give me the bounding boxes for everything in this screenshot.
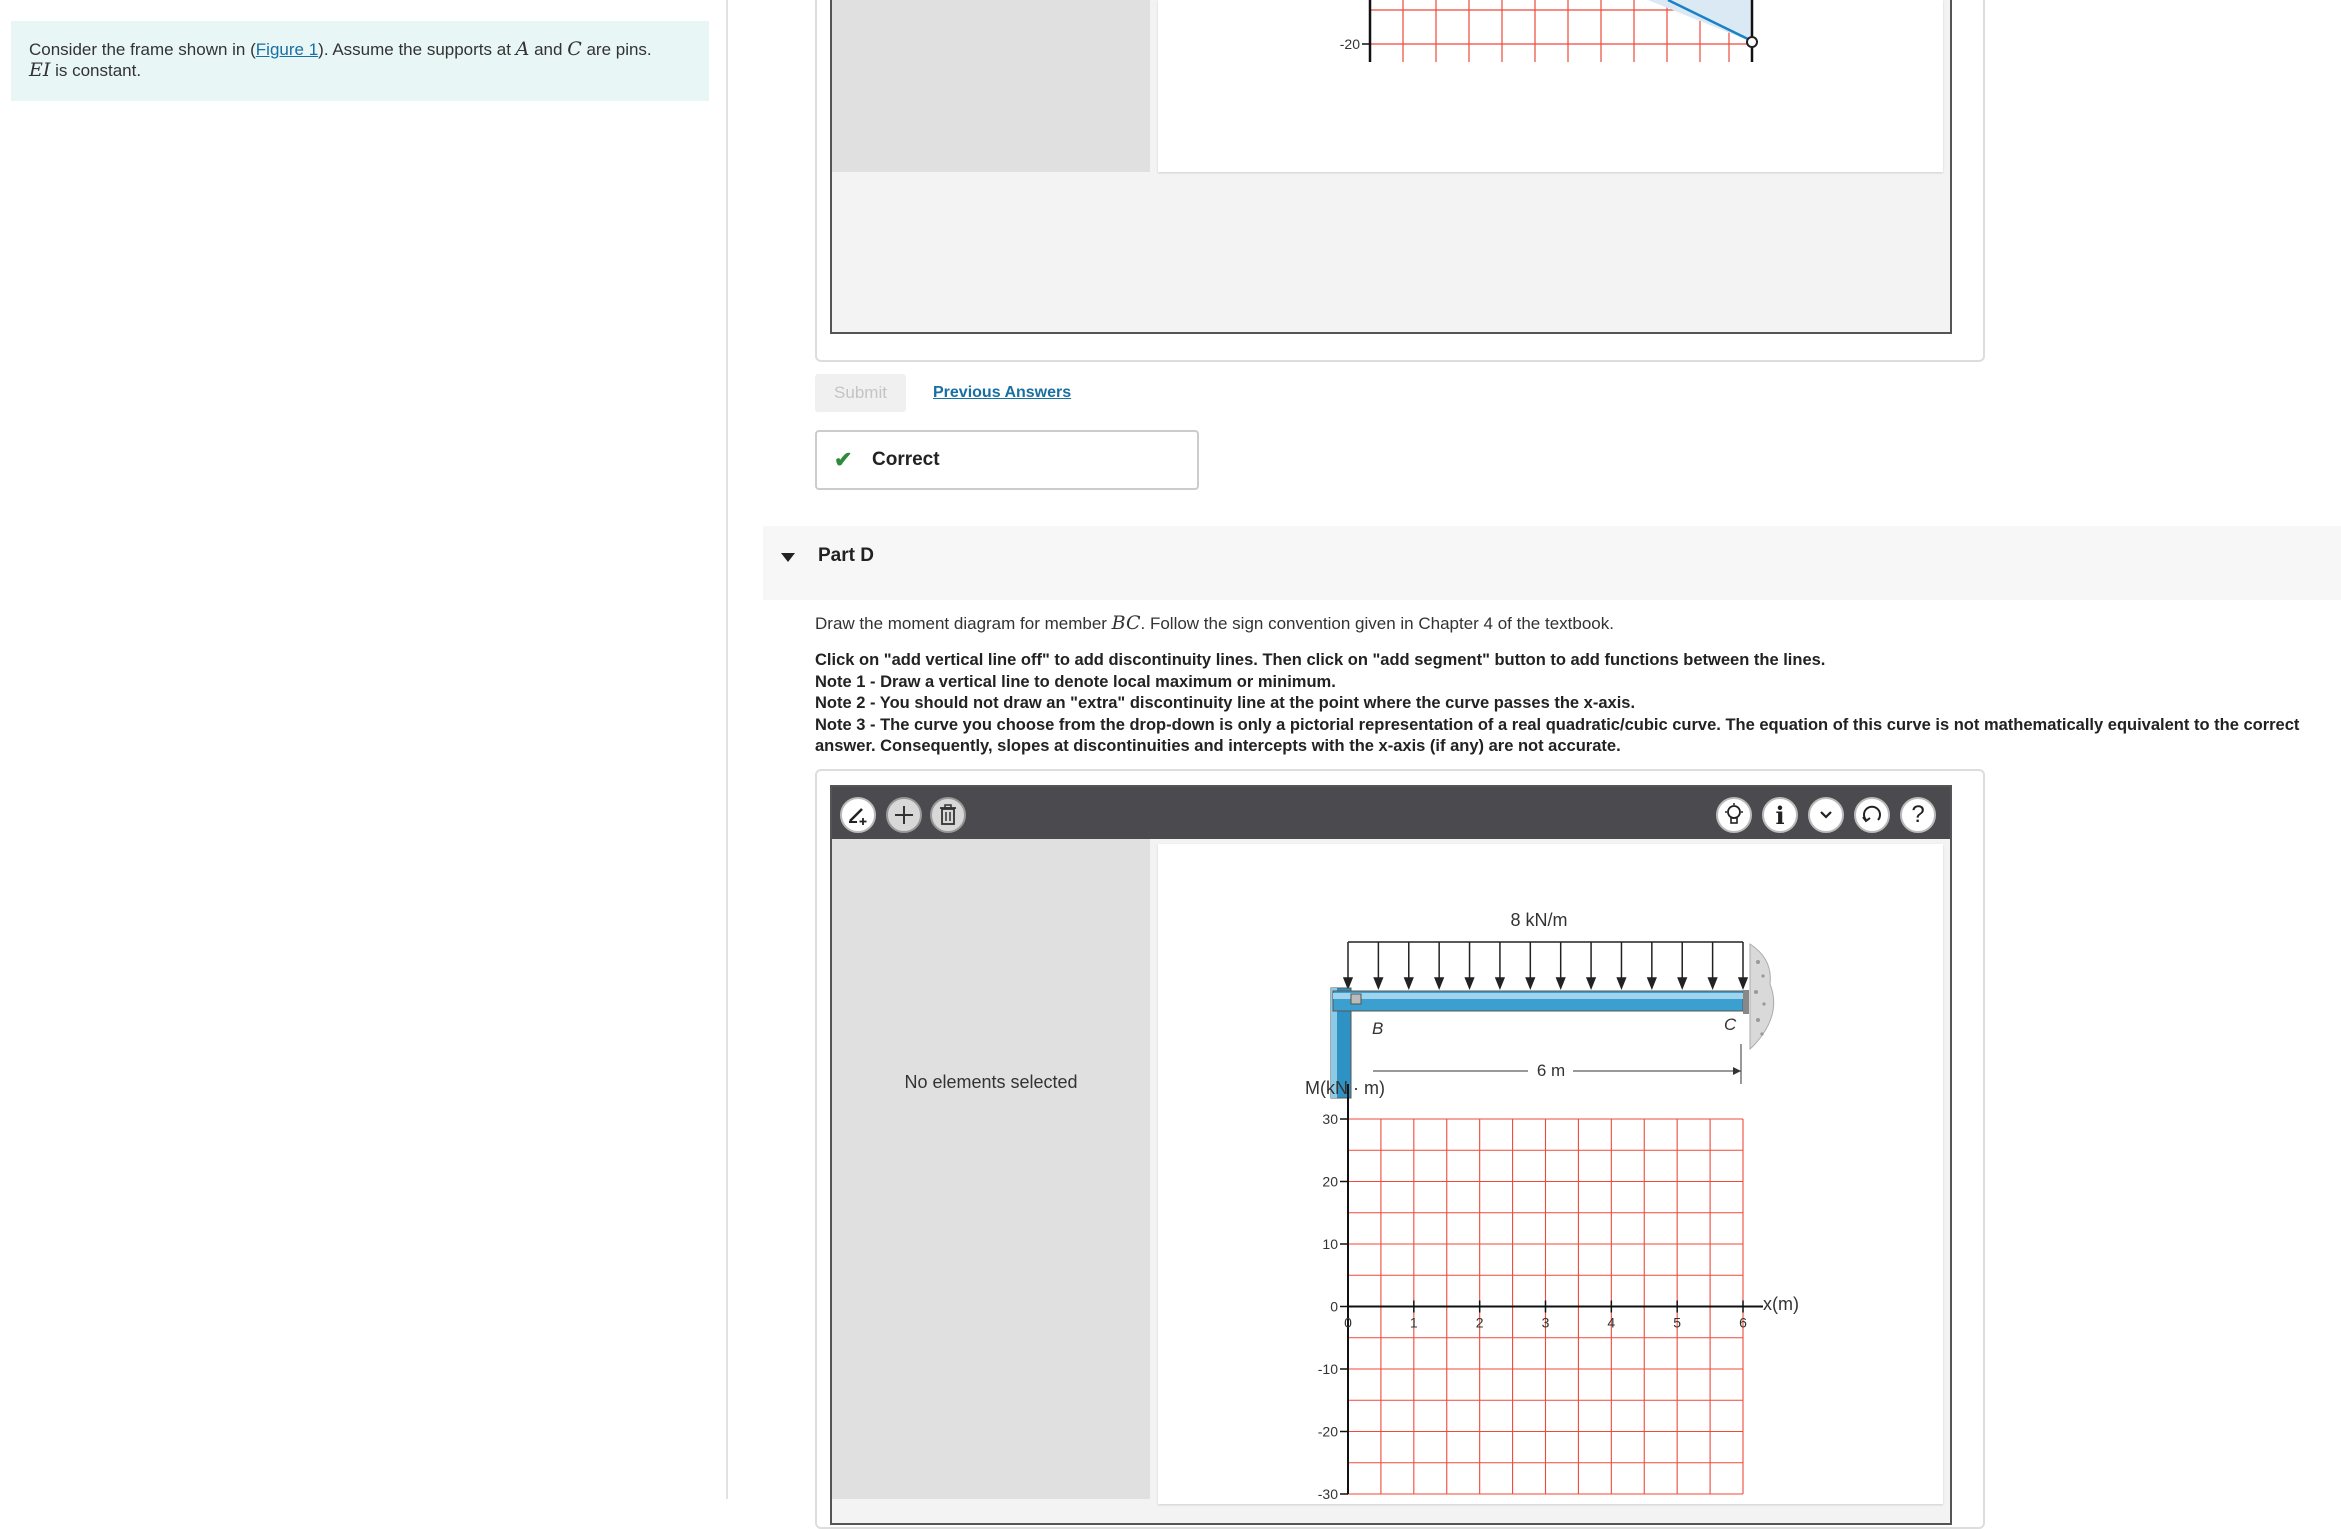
hint-button[interactable]	[1716, 797, 1752, 833]
dimension-arrow	[1733, 1067, 1741, 1075]
figure-1-link[interactable]: Figure 1	[256, 40, 318, 59]
x-tick-label: 2	[1476, 1315, 1484, 1331]
problem-text: are pins.	[581, 40, 652, 59]
part-d-instruction: Draw the moment diagram for member BC. F…	[815, 612, 1614, 634]
x-tick-label: 1	[1410, 1315, 1418, 1331]
instruction-text: Draw the moment diagram for member	[815, 614, 1112, 633]
part-d-header[interactable]	[763, 526, 2341, 600]
beam-figure: 8 kN/m B C 6 m	[1330, 910, 1775, 1099]
previous-moment-graph: -20	[1340, 0, 1758, 62]
previous-graph-canvas[interactable]: -20	[1158, 0, 1943, 172]
joint-b-plate	[1350, 993, 1362, 1005]
part-d-notes: Click on "add vertical line off" to add …	[815, 650, 2315, 758]
point-b-label: B	[1372, 1019, 1383, 1038]
support-c-var: C	[567, 38, 582, 60]
previous-tick-label: -20	[1340, 36, 1360, 52]
y-tick-label: 20	[1322, 1174, 1338, 1190]
distributed-load-arrows	[1342, 942, 1749, 991]
moment-axes: 30 20 10 0 -10 -20 -30 0 1 2 3 4 5 6	[1318, 1084, 1763, 1502]
y-tick-label: 10	[1322, 1236, 1338, 1252]
point-c-label: C	[1724, 1015, 1737, 1034]
submit-button[interactable]: Submit	[815, 374, 906, 412]
delete-button[interactable]	[930, 797, 966, 833]
problem-text: is constant.	[50, 61, 142, 80]
add-segment-button[interactable]	[886, 797, 922, 833]
pin-c	[1743, 990, 1749, 1014]
y-tick-label: -10	[1318, 1361, 1338, 1377]
side-panel	[832, 839, 1150, 1499]
member-bc-var: BC	[1111, 612, 1141, 634]
y-tick-label: 30	[1322, 1111, 1338, 1127]
previous-answers-link[interactable]: Previous Answers	[933, 384, 1071, 402]
help-button[interactable]: ?	[1900, 797, 1936, 833]
problem-text: ). Assume the supports at	[318, 40, 516, 59]
y-axis-label: M(kN · m)	[1305, 1078, 1385, 1098]
y-tick-label: -20	[1318, 1424, 1338, 1440]
x-tick-label: 0	[1344, 1315, 1352, 1331]
pane-divider[interactable]	[726, 0, 728, 1499]
no-elements-label: No elements selected	[904, 1072, 1078, 1092]
add-vertical-line-icon	[849, 808, 867, 825]
load-label: 8 kN/m	[1510, 910, 1567, 930]
feedback-label: Correct	[872, 449, 940, 470]
instruction-text: . Follow the sign convention given in Ch…	[1140, 614, 1614, 633]
support-a-var: A	[515, 38, 530, 60]
hint-bulb-icon	[1725, 803, 1743, 824]
correct-feedback: ✔ Correct	[815, 430, 1199, 490]
collapse-triangle-icon[interactable]	[781, 553, 795, 562]
x-axis-label: x(m)	[1763, 1294, 1799, 1314]
info-icon: i	[1775, 800, 1785, 830]
y-tick-label: 0	[1330, 1299, 1338, 1315]
y-tick-label: -30	[1318, 1486, 1338, 1502]
beam-highlight	[1333, 993, 1743, 999]
span-label: 6 m	[1537, 1061, 1565, 1080]
previous-side-panel	[832, 0, 1150, 172]
dropdown-button[interactable]	[1808, 797, 1844, 833]
x-tick-label: 6	[1739, 1315, 1747, 1331]
previous-endpoint-marker[interactable]	[1746, 36, 1758, 48]
ei-var: EI	[29, 59, 51, 81]
reset-button[interactable]	[1854, 797, 1890, 833]
graph-canvas[interactable]: 8 kN/m B C 6 m 30 20 10 0 -10 -20 -30 0 1 2 3 4 5 6 M…	[1158, 844, 1943, 1504]
problem-text: and	[529, 40, 568, 59]
help-icon: ?	[1911, 801, 1925, 828]
reset-icon	[1862, 805, 1881, 823]
note-line: Note 3 - The curve you choose from the d…	[815, 715, 2300, 756]
dropdown-chevron-icon	[1820, 811, 1832, 819]
x-tick-label: 5	[1673, 1315, 1681, 1331]
add-vertical-line-button[interactable]	[840, 797, 876, 833]
note-line: Note 1 - Draw a vertical line to denote …	[815, 672, 1336, 691]
graph-toolbar: i ?	[832, 787, 1950, 839]
note-line: Note 2 - You should not draw an "extra" …	[815, 694, 1636, 712]
problem-statement: Consider the frame shown in (Figure 1). …	[11, 21, 709, 101]
info-button[interactable]: i	[1762, 797, 1798, 833]
x-tick-label: 4	[1607, 1315, 1615, 1331]
problem-text: Consider the frame shown in (	[29, 40, 256, 59]
add-segment-icon	[895, 806, 913, 824]
part-d-title: Part D	[818, 545, 874, 566]
x-tick-label: 3	[1542, 1315, 1550, 1331]
note-line: Click on "add vertical line off" to add …	[815, 651, 1826, 669]
delete-icon	[940, 804, 956, 825]
moment-diagram: 8 kN/m B C 6 m 30 20 10 0 -10 -20 -30 0 1 2 3 4 5 6 M…	[1305, 910, 1799, 1502]
checkmark-icon: ✔	[834, 447, 853, 472]
